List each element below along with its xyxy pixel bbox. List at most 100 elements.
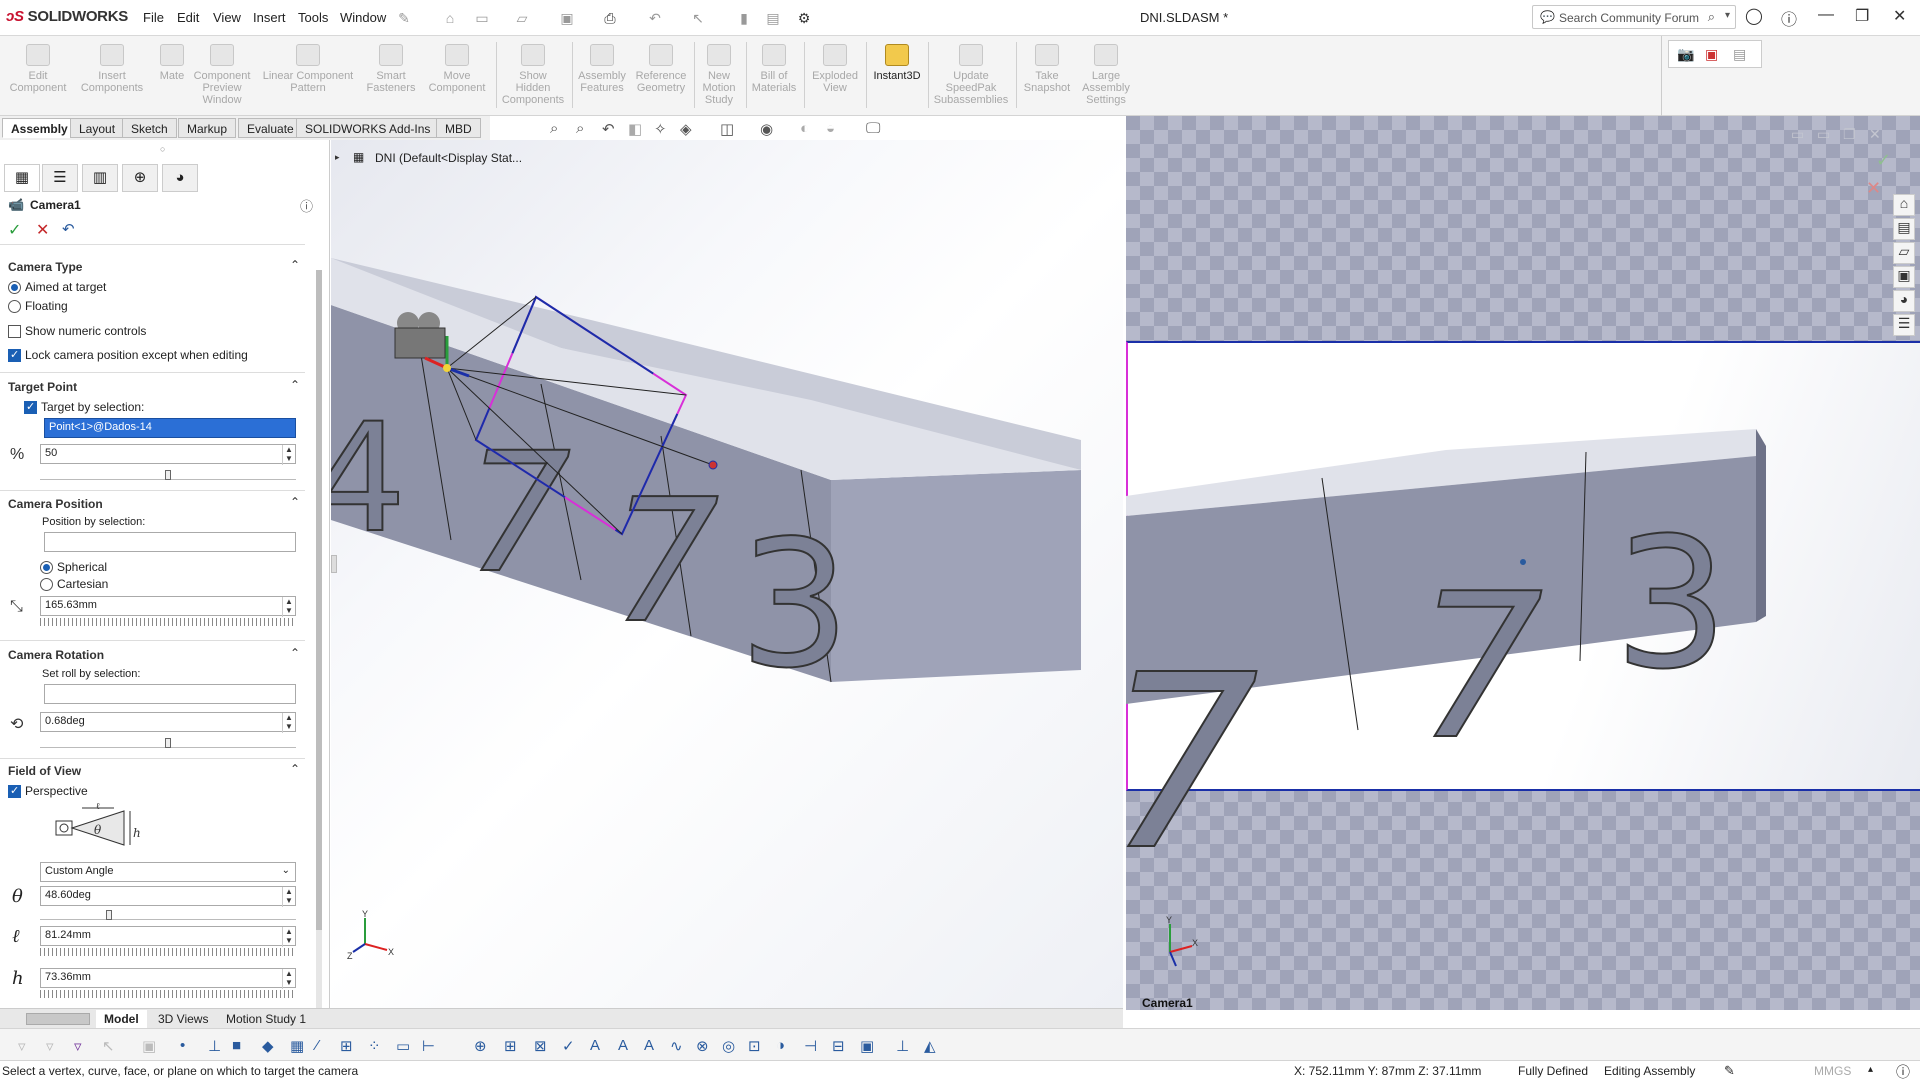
tab-scroll-arrows[interactable]: [26, 1013, 90, 1025]
tab-assembly[interactable]: Assembly: [2, 118, 77, 138]
minimize-icon[interactable]: —: [1818, 6, 1834, 24]
slider-thumb[interactable]: [106, 910, 113, 920]
dynamic-annotation-icon[interactable]: ✧: [654, 120, 667, 138]
point-tool-icon[interactable]: •: [180, 1037, 185, 1054]
origin-tool-icon[interactable]: ⊕: [474, 1037, 487, 1055]
position-distance-field[interactable]: 165.63mm ▲ ▼: [40, 596, 296, 617]
slider-thumb[interactable]: [165, 738, 171, 748]
apply-scene-icon[interactable]: ◒: [826, 120, 835, 137]
file-explorer-icon[interactable]: ▱: [1893, 242, 1915, 264]
position-selection-field[interactable]: [44, 532, 296, 552]
selection-box-icon[interactable]: ▣: [142, 1037, 156, 1055]
target-distance-field[interactable]: 50 ▲ ▼: [40, 444, 296, 465]
tab-markup[interactable]: Markup: [178, 118, 237, 138]
spline-tool-icon[interactable]: ∿: [670, 1037, 683, 1055]
select-icon[interactable]: ↖: [688, 8, 708, 28]
search-input[interactable]: Search Community Forum: [1559, 11, 1699, 25]
menu-insert[interactable]: Insert: [253, 10, 286, 25]
fov-preset-select[interactable]: Custom Angle ⌄: [40, 862, 296, 882]
close-pane-icon[interactable]: ✕: [1869, 126, 1881, 143]
centerline-icon[interactable]: ⊡: [748, 1037, 761, 1055]
panel-scrollbar[interactable]: [316, 270, 322, 1060]
check-tool-icon[interactable]: ✓: [562, 1037, 575, 1055]
plane-tool-icon[interactable]: ⊞: [340, 1037, 353, 1055]
chevron-up-icon[interactable]: ⌃: [290, 258, 300, 272]
tab-mbd[interactable]: MBD: [436, 118, 481, 138]
save-icon[interactable]: ▣: [557, 8, 577, 28]
smart-fasteners-button[interactable]: Smart Fasteners: [360, 44, 422, 94]
new-file-icon[interactable]: ▭: [472, 8, 492, 28]
aimed-at-target-radio[interactable]: Aimed at target: [8, 280, 106, 294]
line-tool-icon[interactable]: ⊥: [208, 1037, 221, 1055]
confirm-corner-icon[interactable]: ✓: [1876, 150, 1891, 171]
cartesian-radio[interactable]: Cartesian: [40, 577, 108, 591]
view-orientation-icon[interactable]: ◈: [680, 120, 692, 138]
filter-icon[interactable]: ▿: [18, 1037, 26, 1055]
bill-of-materials-button[interactable]: Bill of Materials: [746, 44, 802, 94]
home-icon[interactable]: ⌂: [440, 8, 460, 28]
edge-tool-icon[interactable]: ▭: [396, 1037, 410, 1055]
linear-pattern-button[interactable]: Linear Component Pattern: [258, 44, 358, 94]
gallery-icon[interactable]: ▤: [1733, 46, 1746, 63]
tab-layout[interactable]: Layout: [70, 118, 125, 138]
status-help-icon[interactable]: ⓘ: [1896, 1062, 1910, 1082]
update-speedpak-button[interactable]: Update SpeedPak Subassemblies: [928, 44, 1014, 106]
zoom-to-fit-icon[interactable]: ⌕: [550, 120, 558, 137]
previous-view-icon[interactable]: ↶: [602, 120, 615, 138]
spin-icon[interactable]: ▲ ▼: [282, 713, 295, 733]
roll-slider[interactable]: [40, 734, 296, 748]
tab-feature-manager[interactable]: ▦: [4, 164, 40, 192]
file-properties-icon[interactable]: ▤: [763, 8, 783, 28]
pin-icon[interactable]: ✎: [394, 8, 414, 28]
fov-angle-slider[interactable]: [40, 906, 296, 920]
edit-appearance-icon[interactable]: ◐: [800, 120, 809, 137]
fov-height-thumbwheel[interactable]: [40, 990, 296, 998]
weld-tool-icon[interactable]: ⊗: [696, 1037, 709, 1055]
graphics-area[interactable]: ▸ ▦ DNI (Default<Display Stat... 4 7 7 3: [331, 140, 1123, 1010]
menu-file[interactable]: File: [143, 10, 164, 25]
select-arrow-icon[interactable]: ↖: [102, 1037, 115, 1055]
instant3d-button[interactable]: Instant3D: [866, 44, 928, 82]
slider-thumb[interactable]: [165, 470, 171, 480]
dimension-tool-icon[interactable]: ⊞: [504, 1037, 517, 1055]
tab-evaluate[interactable]: Evaluate: [238, 118, 303, 138]
note-tool-icon[interactable]: A: [590, 1037, 600, 1054]
solidworks-logo[interactable]: ↄS SOLIDWORKS: [6, 8, 128, 25]
floating-radio[interactable]: Floating: [8, 299, 68, 313]
lock-camera-checkbox[interactable]: Lock camera position except when editing: [8, 348, 248, 362]
search-box[interactable]: 💬 Search Community Forum ⌕ ▾: [1532, 5, 1736, 29]
datum-tool-icon[interactable]: ⊠: [534, 1037, 547, 1055]
surface-tool-icon[interactable]: ◆: [262, 1037, 274, 1055]
rebuild-icon[interactable]: ▮: [734, 8, 754, 28]
view-settings-icon[interactable]: 🖵: [866, 120, 880, 137]
fov-height-field[interactable]: 73.36mm ▲ ▼: [40, 968, 296, 989]
balloon-tool-icon[interactable]: A: [644, 1037, 654, 1054]
spherical-radio[interactable]: Spherical: [40, 560, 107, 574]
take-snapshot-button[interactable]: Take Snapshot: [1016, 44, 1078, 94]
open-file-icon[interactable]: ▱: [512, 8, 532, 28]
cancel-button[interactable]: ✕: [36, 220, 49, 240]
perspective-checkbox[interactable]: Perspective: [8, 784, 88, 798]
show-hidden-button[interactable]: Show Hidden Components: [496, 44, 570, 106]
table-tool-icon[interactable]: ⊟: [832, 1037, 845, 1055]
new-motion-study-button[interactable]: New Motion Study: [694, 44, 744, 106]
spin-icon[interactable]: ▲ ▼: [282, 597, 295, 617]
hide-show-icon[interactable]: ◉: [760, 120, 773, 138]
panel-grip[interactable]: ○: [160, 144, 165, 154]
spin-icon[interactable]: ▲ ▼: [282, 969, 295, 989]
appearances-icon[interactable]: ◕: [1893, 290, 1915, 312]
camera-target-point[interactable]: [708, 460, 718, 470]
spin-icon[interactable]: ▲ ▼: [282, 887, 295, 907]
display-style-icon[interactable]: ◫: [720, 120, 734, 138]
help-icon[interactable]: ⓘ: [300, 196, 313, 215]
reference-geometry-button[interactable]: Reference Geometry: [630, 44, 692, 94]
undo-button[interactable]: ↶: [62, 220, 75, 238]
extra-tool-icon[interactable]: ◭: [924, 1037, 936, 1055]
target-point-marker[interactable]: [1520, 559, 1526, 565]
restore-icon[interactable]: ❐: [1855, 6, 1869, 26]
tab-sketch[interactable]: Sketch: [122, 118, 177, 138]
tab-model[interactable]: Model: [96, 1010, 147, 1028]
menu-tools[interactable]: Tools: [298, 10, 328, 25]
curve-tool-icon[interactable]: ⁄: [316, 1037, 319, 1054]
fov-angle-field[interactable]: 48.60deg ▲ ▼: [40, 886, 296, 907]
